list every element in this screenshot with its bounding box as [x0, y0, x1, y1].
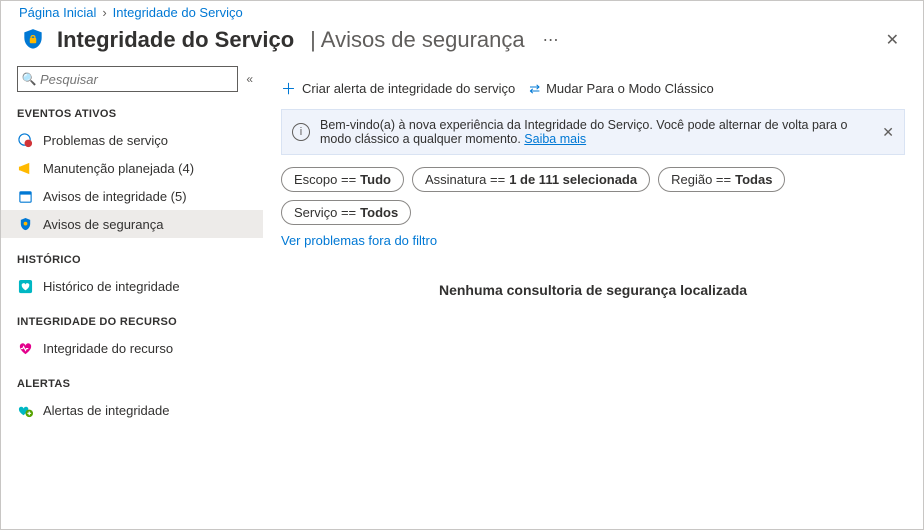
page-subtitle: | Avisos de segurança: [310, 27, 524, 53]
filter-regiao[interactable]: Região == Todas: [658, 167, 785, 192]
heartbeat-icon: [17, 340, 33, 356]
sidebar-item-label: Problemas de serviço: [43, 133, 168, 148]
globe-error-icon: [17, 132, 33, 148]
sidebar-item-label: Integridade do recurso: [43, 341, 173, 356]
classic-mode-button[interactable]: ⇄ Mudar Para o Modo Clássico: [529, 81, 714, 97]
sidebar-item-integridade-recurso[interactable]: Integridade do recurso: [1, 334, 263, 362]
section-integridade-recurso: INTEGRIDADE DO RECURSO: [1, 310, 263, 334]
page-title: Integridade do Serviço: [57, 27, 294, 53]
create-alert-button[interactable]: ＋ Criar alerta de integridade do serviço: [281, 78, 515, 99]
megaphone-icon: [17, 160, 33, 176]
close-icon[interactable]: ✕: [880, 26, 905, 54]
sidebar-item-label: Histórico de integridade: [43, 279, 180, 294]
sidebar-item-historico[interactable]: Histórico de integridade: [1, 272, 263, 300]
sidebar: 🔍 « EVENTOS ATIVOS Problemas de serviço …: [1, 66, 263, 528]
banner-text: Bem-vindo(a) à nova experiência da Integ…: [320, 118, 872, 146]
toolbar: ＋ Criar alerta de integridade do serviço…: [281, 66, 905, 109]
toolbar-label: Mudar Para o Modo Clássico: [546, 81, 714, 96]
search-field[interactable]: [40, 72, 237, 87]
banner-close-icon[interactable]: ✕: [882, 124, 894, 141]
filter-escopo[interactable]: Escopo == Tudo: [281, 167, 404, 192]
sidebar-item-label: Alertas de integridade: [43, 403, 169, 418]
shield-icon: [17, 216, 33, 232]
breadcrumb: Página Inicial › Integridade do Serviço: [1, 1, 923, 22]
section-historico: HISTÓRICO: [1, 248, 263, 272]
filter-servico[interactable]: Serviço == Todos: [281, 200, 411, 225]
sidebar-item-manutencao[interactable]: Manutenção planejada (4): [1, 154, 263, 182]
search-icon: 🔍: [18, 72, 40, 86]
search-input[interactable]: 🔍: [17, 66, 238, 92]
swap-icon: ⇄: [529, 81, 540, 97]
sidebar-item-alertas[interactable]: Alertas de integridade: [1, 396, 263, 424]
chevron-right-icon: ›: [102, 5, 106, 20]
banner-link[interactable]: Saiba mais: [524, 132, 586, 146]
section-alertas: ALERTAS: [1, 372, 263, 396]
section-eventos: EVENTOS ATIVOS: [1, 102, 263, 126]
shield-lock-icon: [19, 26, 47, 54]
sidebar-item-avisos-integridade[interactable]: Avisos de integridade (5): [1, 182, 263, 210]
plus-icon: ＋: [281, 78, 296, 99]
sidebar-item-problemas[interactable]: Problemas de serviço: [1, 126, 263, 154]
page-header: Integridade do Serviço | Avisos de segur…: [1, 22, 923, 66]
heart-box-icon: [17, 278, 33, 294]
info-banner: i Bem-vindo(a) à nova experiência da Int…: [281, 109, 905, 155]
sidebar-item-label: Manutenção planejada (4): [43, 161, 194, 176]
filter-row: Escopo == Tudo Assinatura == 1 de 111 se…: [281, 155, 905, 229]
filter-assinatura[interactable]: Assinatura == 1 de 111 selecionada: [412, 167, 650, 192]
more-icon[interactable]: ⋯: [543, 30, 560, 50]
breadcrumb-home[interactable]: Página Inicial: [19, 5, 96, 20]
out-of-filter-link[interactable]: Ver problemas fora do filtro: [281, 229, 905, 248]
main-content: ＋ Criar alerta de integridade do serviço…: [263, 66, 923, 528]
breadcrumb-current[interactable]: Integridade do Serviço: [113, 5, 243, 20]
collapse-sidebar-icon[interactable]: «: [246, 72, 253, 86]
calendar-icon: [17, 188, 33, 204]
sidebar-item-avisos-seguranca[interactable]: Avisos de segurança: [1, 210, 263, 238]
empty-state: Nenhuma consultoria de segurança localiz…: [281, 248, 905, 332]
sidebar-item-label: Avisos de integridade (5): [43, 189, 187, 204]
info-icon: i: [292, 123, 310, 141]
sidebar-item-label: Avisos de segurança: [43, 217, 163, 232]
heart-plus-icon: [17, 402, 33, 418]
toolbar-label: Criar alerta de integridade do serviço: [302, 81, 515, 96]
